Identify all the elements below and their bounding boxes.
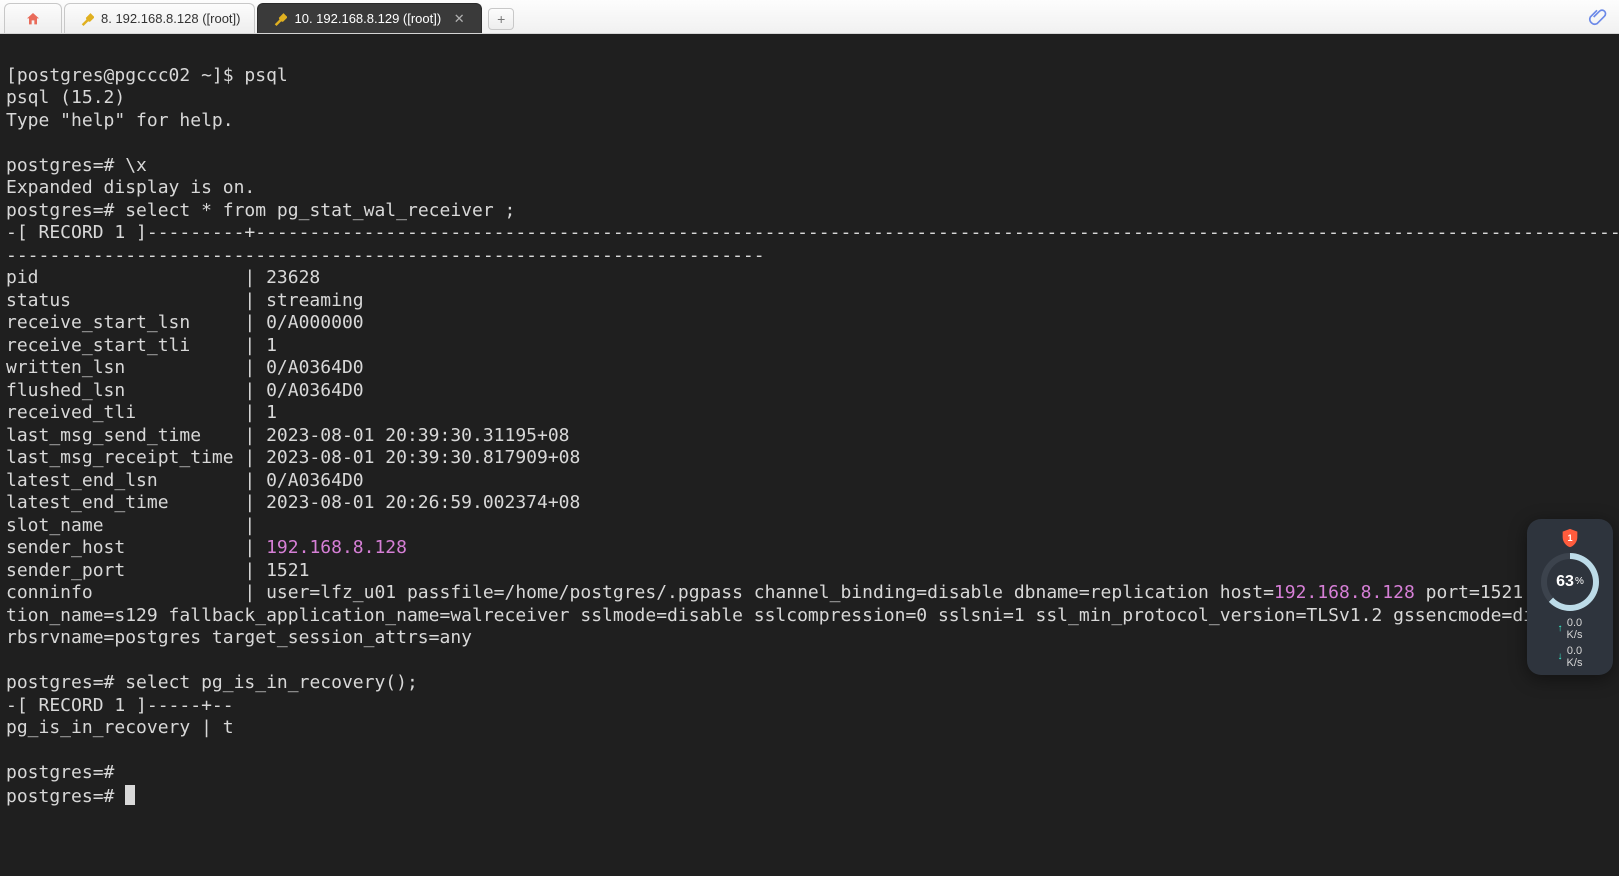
psql-prompt: postgres=# <box>6 672 125 693</box>
result-row: written_lsn | 0/A0364D0 <box>6 357 364 378</box>
result-row: receive_start_lsn | 0/A000000 <box>6 312 364 333</box>
shell-prompt: [postgres@pgccc02 ~]$ <box>6 65 244 86</box>
arrow-up-icon: ↑ <box>1558 623 1563 635</box>
svg-text:1: 1 <box>1567 533 1572 543</box>
record-divider: -[ RECORD 1 ]---------+-----------------… <box>6 222 1619 243</box>
psql-command: select * from pg_stat_wal_receiver ; <box>125 200 515 221</box>
wrench-icon <box>272 11 288 27</box>
result-row: slot_name | <box>6 515 266 536</box>
attach-icon[interactable] <box>1585 5 1609 29</box>
shell-command: psql <box>244 65 287 86</box>
result-row: last_msg_send_time | 2023-08-01 20:39:30… <box>6 425 570 446</box>
result-row: sender_host | 192.168.8.128 <box>6 537 407 558</box>
psql-prompt: postgres=# <box>6 155 125 176</box>
psql-prompt: postgres=# <box>6 786 125 807</box>
psql-prompt: postgres=# <box>6 200 125 221</box>
arrow-down-icon: ↓ <box>1558 651 1563 663</box>
record-divider: -[ RECORD 1 ]-----+-- <box>6 695 234 716</box>
usage-percent: 63 <box>1556 571 1574 594</box>
usage-ring: 63% <box>1541 553 1599 611</box>
psql-output: Expanded display is on. <box>6 177 255 198</box>
wrench-icon <box>79 11 95 27</box>
result-row-conninfo: conninfo | user=lfz_u01 passfile=/home/p… <box>6 582 1610 648</box>
psql-banner: psql (15.2) <box>6 87 125 108</box>
highlighted-host: 192.168.8.128 <box>1274 582 1415 603</box>
tab-label: 10. 192.168.8.129 ([root]) <box>294 11 441 26</box>
record-divider: ----------------------------------------… <box>6 245 765 266</box>
terminal-cursor <box>125 785 135 805</box>
close-tab-button[interactable]: ✕ <box>451 11 467 27</box>
tab-bar: 8. 192.168.8.128 ([root]) 10. 192.168.8.… <box>0 0 1619 34</box>
psql-command: \x <box>125 155 147 176</box>
result-row: last_msg_receipt_time | 2023-08-01 20:39… <box>6 447 580 468</box>
network-upload: ↑ 0.0K/s <box>1558 617 1583 641</box>
result-row: status | streaming <box>6 290 364 311</box>
psql-prompt: postgres=# <box>6 762 125 783</box>
terminal[interactable]: [postgres@pgccc02 ~]$ psql psql (15.2) T… <box>0 34 1619 876</box>
psql-command: select pg_is_in_recovery(); <box>125 672 418 693</box>
result-row: sender_port | 1521 <box>6 560 309 581</box>
result-row: pid | 23628 <box>6 267 320 288</box>
result-row: received_tli | 1 <box>6 402 277 423</box>
home-icon <box>25 11 41 27</box>
system-monitor-widget[interactable]: 1 63% ↑ 0.0K/s ↓ 0.0K/s <box>1527 519 1613 675</box>
tab-server-1[interactable]: 8. 192.168.8.128 ([root]) <box>64 3 255 33</box>
result-row: latest_end_time | 2023-08-01 20:26:59.00… <box>6 492 580 513</box>
tab-label: 8. 192.168.8.128 ([root]) <box>101 11 240 26</box>
highlighted-host: 192.168.8.128 <box>266 537 407 558</box>
result-row: flushed_lsn | 0/A0364D0 <box>6 380 364 401</box>
result-row: pg_is_in_recovery | t <box>6 717 234 738</box>
result-row: latest_end_lsn | 0/A0364D0 <box>6 470 364 491</box>
shield-icon: 1 <box>1559 527 1581 549</box>
network-download: ↓ 0.0K/s <box>1558 645 1583 669</box>
psql-banner: Type "help" for help. <box>6 110 234 131</box>
tab-server-2[interactable]: 10. 192.168.8.129 ([root]) ✕ <box>257 3 482 33</box>
new-tab-button[interactable]: + <box>488 8 514 30</box>
tab-home[interactable] <box>4 3 62 33</box>
result-row: receive_start_tli | 1 <box>6 335 277 356</box>
